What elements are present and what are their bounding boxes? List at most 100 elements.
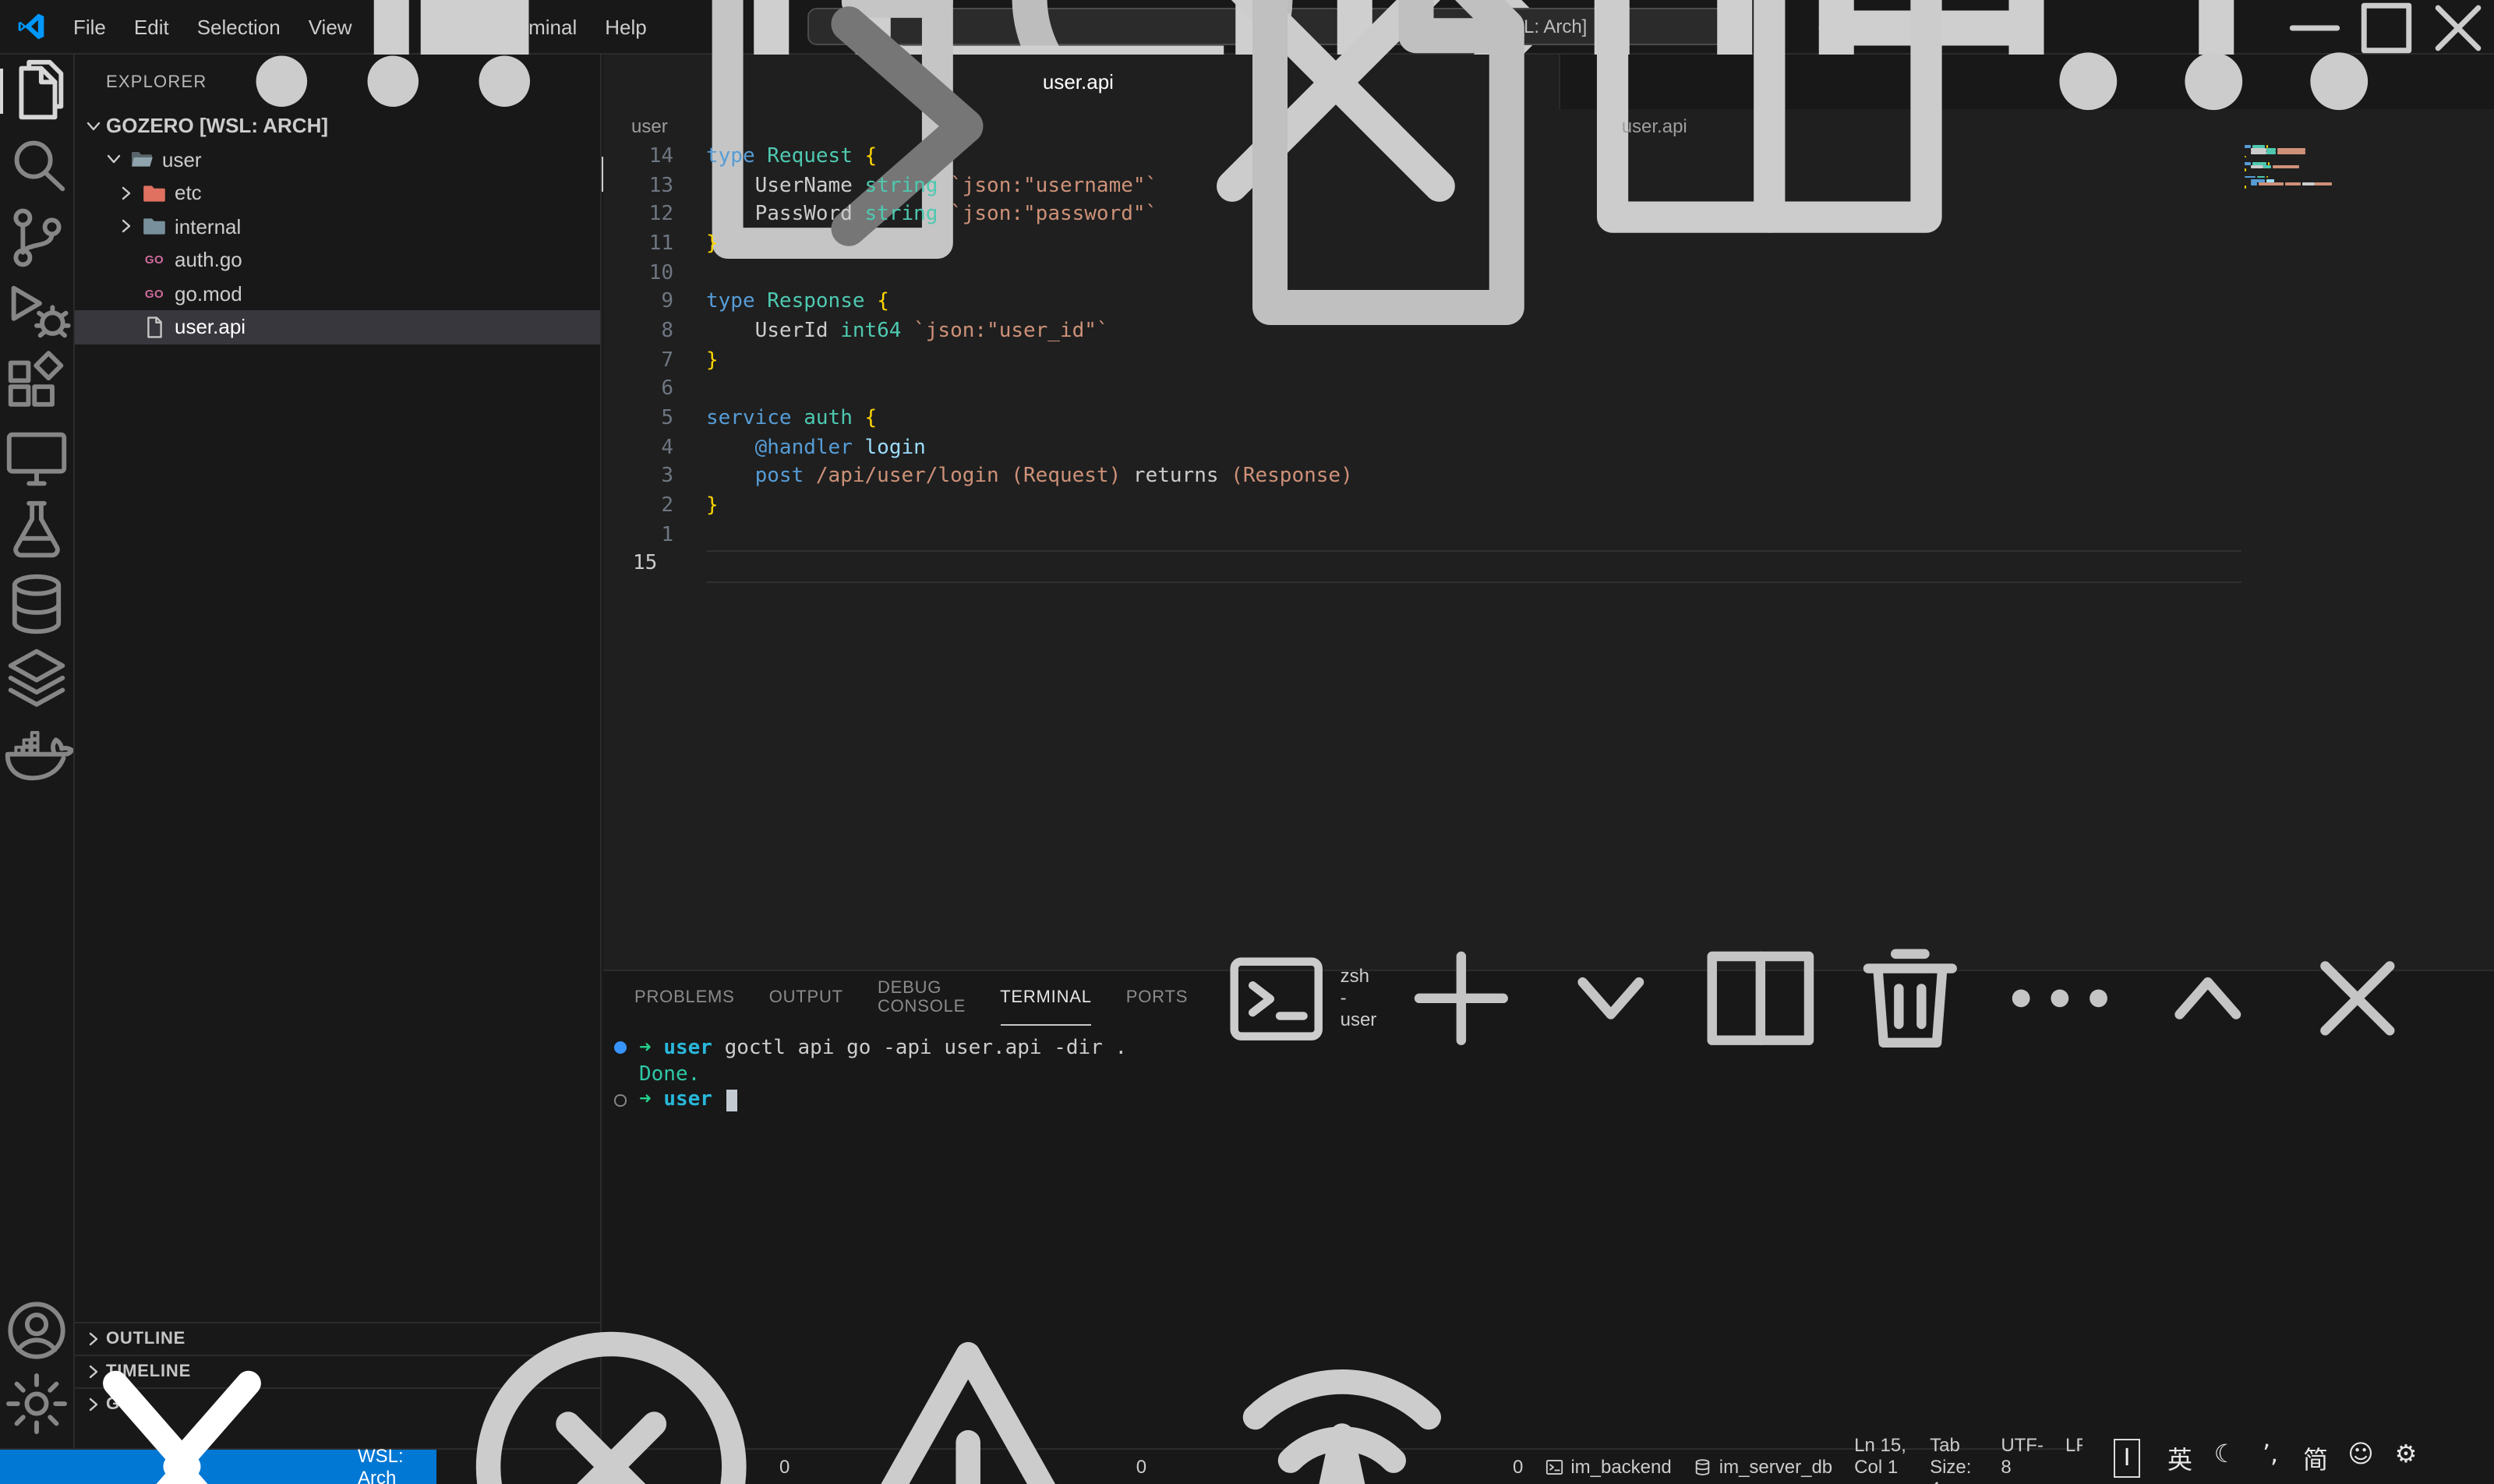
code-line: 11} xyxy=(603,231,2494,260)
cursor-position[interactable]: Ln 15, Col 1 xyxy=(1843,1434,1919,1478)
ime-mode-box: I xyxy=(2114,1438,2140,1477)
code-line: 10 xyxy=(603,260,2494,288)
editor-group: user.api useruser.api 14type Request {13… xyxy=(603,55,2494,1448)
line-number: 11 xyxy=(603,231,673,260)
sidebar-header: EXPLORER xyxy=(75,55,600,109)
code-text: PassWord string `json:"password"` xyxy=(706,202,1157,231)
terminal-text: ➜ xyxy=(639,1089,663,1112)
activity-layers[interactable] xyxy=(0,641,73,714)
code-text: } xyxy=(706,347,719,376)
line-number: 9 xyxy=(603,289,673,318)
tree-item-label: etc xyxy=(175,182,202,205)
code-text: } xyxy=(706,231,719,260)
status-im_server_db[interactable]: im_server_db xyxy=(1683,1450,1843,1484)
breadcrumb-item[interactable]: user xyxy=(631,115,668,137)
code-text: service auth { xyxy=(706,405,877,434)
activity-database[interactable] xyxy=(0,567,73,641)
status-im_backend[interactable]: im_backend xyxy=(1534,1450,1682,1484)
command-decoration[interactable] xyxy=(603,1094,639,1106)
terminal-selector-label: zsh - user xyxy=(1341,966,1377,1031)
panel-tab-debug-console[interactable]: DEBUG CONSOLE xyxy=(878,971,966,1026)
line-number: 7 xyxy=(603,347,673,376)
ime-emoji-icon[interactable]: ☺ xyxy=(2338,1439,2383,1476)
terminal-text: ➜ xyxy=(639,1037,663,1060)
line-number: 2 xyxy=(603,493,673,521)
menu-file[interactable]: File xyxy=(59,0,120,53)
breadcrumb-item[interactable]: user.api xyxy=(1622,115,1687,137)
folder-icon xyxy=(129,147,154,172)
tree-item-label: internal xyxy=(175,215,241,238)
indentation[interactable]: Tab Size: 4 xyxy=(1919,1434,1990,1484)
code-line: 15 xyxy=(603,550,2494,579)
terminal-line: ➜ user xyxy=(603,1087,2494,1114)
twisty-spacer xyxy=(114,281,139,306)
activity-docker[interactable] xyxy=(0,714,73,787)
activity-extensions[interactable] xyxy=(0,348,73,421)
database-icon xyxy=(1694,1458,1713,1477)
twisty-spacer xyxy=(114,248,139,273)
line-number: 4 xyxy=(603,434,673,463)
sidebar-title: EXPLORER xyxy=(106,72,207,91)
breadcrumb[interactable]: user user.api xyxy=(603,109,2494,143)
vscode-window: FileEditSelectionViewGoRunTerminalHelp g… xyxy=(0,0,2494,1484)
code-text: post /api/user/login (Request) returns (… xyxy=(706,463,1353,492)
activity-remote-explorer[interactable] xyxy=(0,421,73,494)
remote-icon xyxy=(16,1301,348,1484)
ime-simplified-chinese-icon[interactable]: 简 xyxy=(2293,1439,2338,1476)
panel-tab-terminal[interactable]: TERMINAL xyxy=(1000,971,1092,1026)
ime-dark-mode-icon[interactable]: ☾ xyxy=(2203,1439,2248,1476)
activity-testing[interactable] xyxy=(0,494,73,567)
panel-tab-ports[interactable]: PORTS xyxy=(1126,971,1188,1026)
close-icon xyxy=(2422,0,2494,63)
ports-status[interactable]: 0 xyxy=(1165,1450,1534,1484)
code-area[interactable]: 14type Request {13 UserName string `json… xyxy=(603,143,2494,970)
tree-item-user-api[interactable]: user.api xyxy=(75,310,600,344)
activity-explorer[interactable] xyxy=(0,55,73,128)
go-file-icon: GO xyxy=(142,281,167,306)
line-number: 3 xyxy=(603,463,673,492)
code-line: 7} xyxy=(603,347,2494,376)
line-number: 15 xyxy=(603,550,673,579)
vscode-logo-icon xyxy=(16,11,47,42)
explorer-sidebar: EXPLORER GOZERO [WSL: ARCH] useretcinter… xyxy=(75,55,602,1448)
tree-item-label: user.api xyxy=(175,316,246,339)
code-line: 2} xyxy=(603,493,2494,521)
terminal-text: user xyxy=(663,1089,724,1112)
ime-english-mode-icon[interactable]: 英 xyxy=(2157,1439,2203,1476)
code-line: 3 post /api/user/login (Request) returns… xyxy=(603,463,2494,492)
menu-edit[interactable]: Edit xyxy=(120,0,183,53)
activity-bar xyxy=(0,55,75,1448)
problems-status[interactable]: 0 0 xyxy=(436,1450,1166,1484)
activity-search[interactable] xyxy=(0,128,73,201)
tree-item-label: go.mod xyxy=(175,282,242,306)
chevron-down-icon xyxy=(81,114,106,139)
chevron-right-icon xyxy=(114,181,139,206)
line-number: 1 xyxy=(603,521,673,550)
minimap[interactable] xyxy=(2245,145,2447,214)
code-line: 5service auth { xyxy=(603,405,2494,434)
editor-actions xyxy=(1561,55,2494,109)
activity-run-and-debug[interactable] xyxy=(0,274,73,348)
tree-item-label: user xyxy=(162,148,202,171)
remote-indicator[interactable]: WSL: Arch xyxy=(0,1450,436,1484)
chevron-down-icon xyxy=(101,147,126,172)
code-line: 1 xyxy=(603,521,2494,550)
command-success-dot xyxy=(614,1042,627,1055)
code-text: } xyxy=(706,493,719,521)
terminal-cursor xyxy=(726,1090,738,1111)
encoding[interactable]: UTF-8 xyxy=(1990,1434,2054,1478)
status-label: im_server_db xyxy=(1719,1456,1832,1478)
ime-ime-settings-icon[interactable]: ⚙ xyxy=(2383,1439,2429,1476)
file-icon xyxy=(142,315,167,340)
terminal-line: ➜ user goctl api go -api user.api -dir . xyxy=(603,1035,2494,1062)
activity-source-control[interactable] xyxy=(0,201,73,274)
tree-item-go-mod[interactable]: GO go.mod xyxy=(75,277,600,310)
code-line: 13 UserName string `json:"username"` xyxy=(603,172,2494,201)
panel-tab-output[interactable]: OUTPUT xyxy=(769,971,843,1026)
panel-tab-problems[interactable]: PROBLEMS xyxy=(634,971,735,1026)
command-decoration[interactable] xyxy=(603,1042,639,1055)
ime-punctuation-icon[interactable]: ’, xyxy=(2248,1439,2293,1476)
tree-item-label: auth.go xyxy=(175,249,242,272)
status-right: Ln 15, Col 1 Tab Size: 4 UTF-8 LF xyxy=(1843,1434,2098,1484)
close-window-button[interactable] xyxy=(2422,0,2494,55)
